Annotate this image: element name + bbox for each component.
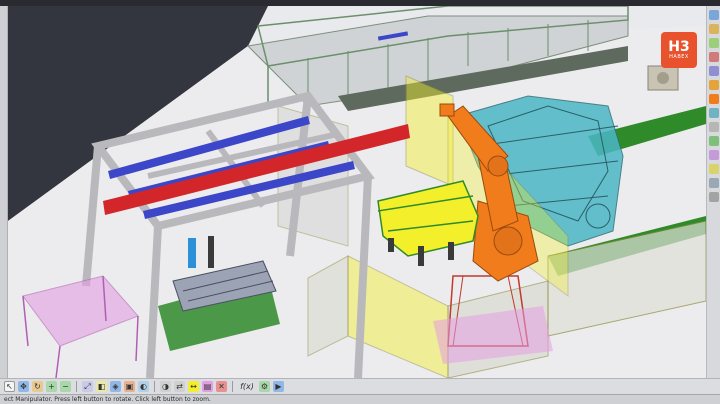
- analysis-icon[interactable]: [708, 164, 719, 174]
- snap-icon[interactable]: [708, 66, 719, 76]
- settings-icon[interactable]: [708, 192, 719, 202]
- workcell-scene: [8, 6, 706, 378]
- top-right-equipment: [647, 65, 679, 91]
- clash-icon[interactable]: ✕: [216, 381, 227, 392]
- iso-view-icon[interactable]: ◈: [110, 381, 121, 392]
- simulation-icon[interactable]: ⚙: [259, 381, 270, 392]
- move-icon[interactable]: [708, 80, 719, 90]
- part-icon[interactable]: [708, 24, 719, 34]
- device-icon[interactable]: [708, 150, 719, 160]
- bottom-toolbar: ↖ ✥ ↻ + − ⤢ ◧ ◈ ▣ ◐ ◑ ⇄ ↔ ▤ ✕ f(x) ⚙ ▶: [0, 378, 720, 394]
- 3d-viewport[interactable]: H3 HABEX: [8, 6, 706, 378]
- zoom-in-icon[interactable]: +: [46, 381, 57, 392]
- cad-application-window: H3 HABEX ↖ ✥ ↻ + − ⤢ ◧ ◈ ▣ ◐ ◑ ⇄ ↔ ▤ ✕ f…: [0, 6, 720, 404]
- output-icon[interactable]: [708, 178, 719, 188]
- pan-icon[interactable]: ✥: [18, 381, 29, 392]
- measure-icon[interactable]: ↔: [188, 381, 199, 392]
- play-icon[interactable]: ▶: [273, 381, 284, 392]
- logo-caption: HABEX: [669, 53, 689, 60]
- hide-show-icon[interactable]: ◑: [160, 381, 171, 392]
- logo-mark: H3: [668, 38, 690, 55]
- fx-button[interactable]: f(x): [238, 381, 256, 392]
- channel-logo: H3 HABEX: [661, 32, 697, 68]
- fit-all-icon[interactable]: ⤢: [82, 381, 93, 392]
- toolbar-separator: [154, 381, 155, 392]
- left-toolbar: [0, 6, 8, 378]
- section-icon[interactable]: ▤: [202, 381, 213, 392]
- tag-icon[interactable]: [708, 122, 719, 132]
- zoom-out-icon[interactable]: −: [60, 381, 71, 392]
- front-view-icon[interactable]: ▣: [124, 381, 135, 392]
- robot-icon[interactable]: [708, 94, 719, 104]
- tree-icon[interactable]: [708, 10, 719, 20]
- program-icon[interactable]: [708, 136, 719, 146]
- shading-icon[interactable]: ◐: [138, 381, 149, 392]
- status-text: ect Manipulator. Press left button to ro…: [4, 396, 211, 403]
- normal-view-icon[interactable]: ◧: [96, 381, 107, 392]
- right-toolbar: [706, 6, 720, 378]
- rotate-icon[interactable]: ↻: [32, 381, 43, 392]
- toolbar-separator: [76, 381, 77, 392]
- toolbar-separator: [232, 381, 233, 392]
- swap-visible-icon[interactable]: ⇄: [174, 381, 185, 392]
- constraint-icon[interactable]: [708, 52, 719, 62]
- status-bar: ect Manipulator. Press left button to ro…: [0, 394, 720, 404]
- path-icon[interactable]: [708, 108, 719, 118]
- product-icon[interactable]: [708, 38, 719, 48]
- select-icon[interactable]: ↖: [4, 381, 15, 392]
